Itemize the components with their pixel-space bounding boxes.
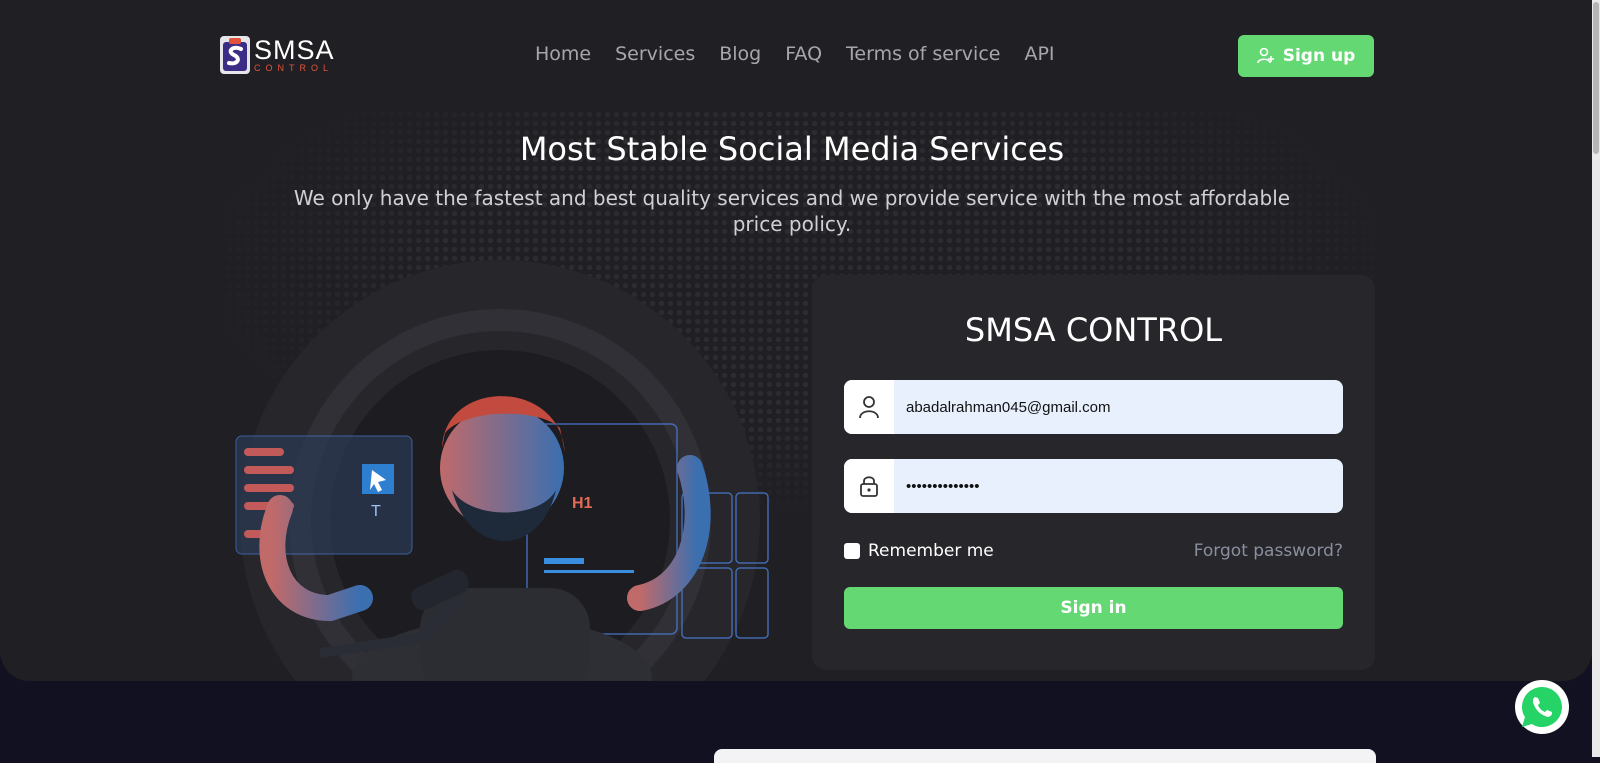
nav-home[interactable]: Home	[535, 43, 591, 65]
email-field	[844, 380, 1343, 434]
page-scrollbar[interactable]	[1592, 0, 1600, 757]
remember-me[interactable]: Remember me	[844, 541, 994, 561]
brand-logo[interactable]: SMSA CONTROL	[220, 36, 335, 74]
email-input[interactable]	[894, 380, 1343, 434]
hero-illustration: T H1	[235, 260, 769, 681]
user-add-icon	[1256, 47, 1274, 64]
user-icon	[844, 380, 894, 434]
password-input[interactable]	[894, 459, 1343, 513]
forgot-password-link[interactable]: Forgot password?	[1194, 541, 1343, 561]
logo-name: SMSA	[254, 35, 335, 65]
login-title: SMSA CONTROL	[964, 311, 1223, 349]
hero-title: Most Stable Social Media Services	[519, 130, 1065, 168]
nav-services[interactable]: Services	[615, 43, 695, 65]
login-card: SMSA CONTROL Remember me Forgot password…	[812, 275, 1375, 670]
illustration-h1-label: H1	[572, 495, 593, 512]
nav-blog[interactable]: Blog	[719, 43, 761, 65]
password-field	[844, 459, 1343, 513]
signup-label: Sign up	[1282, 46, 1356, 66]
whatsapp-icon	[1522, 687, 1562, 727]
scrollbar-thumb[interactable]	[1593, 2, 1599, 154]
svg-text:T: T	[371, 503, 381, 520]
hero-subtitle: We only have the fastest and best qualit…	[293, 186, 1291, 236]
nav-terms[interactable]: Terms of service	[846, 43, 1000, 65]
nav-faq[interactable]: FAQ	[785, 43, 822, 65]
signin-button[interactable]: Sign in	[844, 587, 1343, 629]
signup-button[interactable]: Sign up	[1238, 35, 1374, 77]
remember-label: Remember me	[868, 541, 994, 561]
whatsapp-button[interactable]	[1515, 680, 1569, 734]
logo-tagline: CONTROL	[254, 63, 334, 73]
lock-icon	[844, 459, 894, 513]
content-preview-strip	[714, 749, 1376, 763]
logo-mark-icon	[220, 36, 250, 74]
nav-api[interactable]: API	[1024, 43, 1054, 65]
main-nav: Home Services Blog FAQ Terms of service …	[535, 43, 1055, 65]
remember-checkbox[interactable]	[844, 543, 860, 559]
